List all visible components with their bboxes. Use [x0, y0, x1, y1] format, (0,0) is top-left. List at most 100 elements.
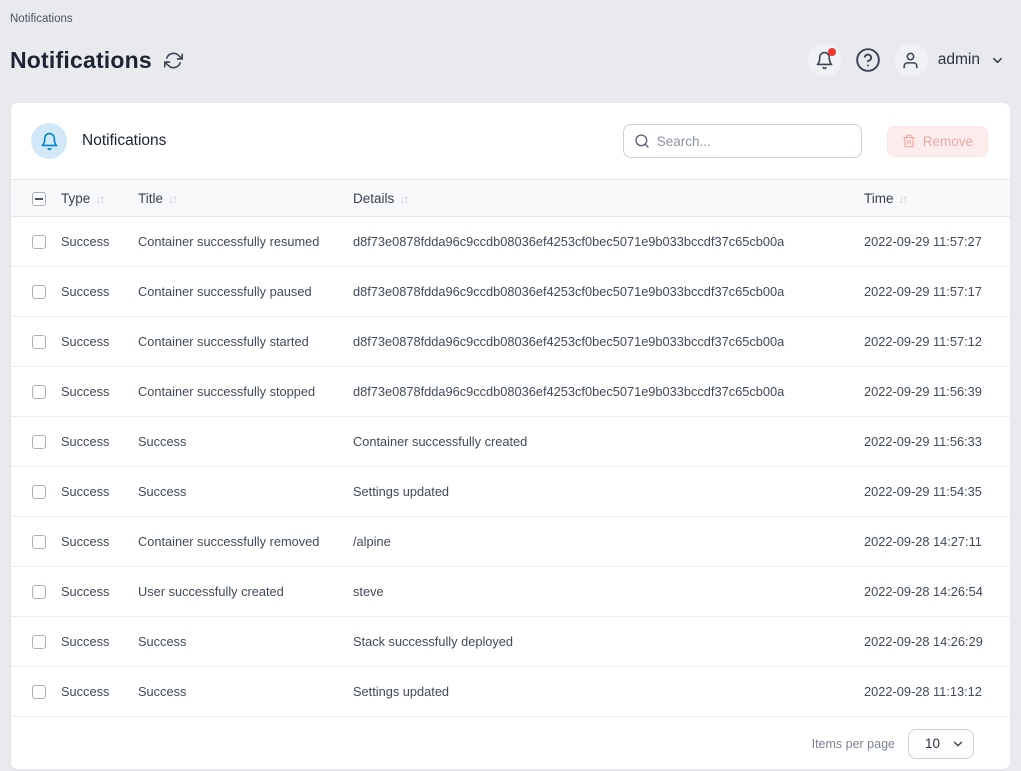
- cell-details: steve: [353, 584, 384, 599]
- cell-type: Success: [61, 634, 109, 649]
- breadcrumb[interactable]: Notifications: [10, 13, 73, 25]
- cell-time: 2022-09-28 14:27:11: [864, 534, 982, 549]
- trash-icon: [902, 134, 916, 148]
- page: Notifications Notifications: [0, 0, 1021, 770]
- cell-details: /alpine: [353, 534, 391, 549]
- unread-notification-dot: [828, 48, 836, 56]
- card-bell-icon: [31, 123, 67, 159]
- search-box: [623, 124, 862, 158]
- table-body: Success Container successfully resumed d…: [11, 217, 1010, 717]
- table-row: Success Container successfully started d…: [11, 317, 1010, 367]
- card-header: Notifications Remove: [11, 103, 1010, 179]
- row-checkbox[interactable]: [32, 435, 46, 449]
- cell-details: Settings updated: [353, 484, 449, 499]
- table-row: Success Success Container successfully c…: [11, 417, 1010, 467]
- remove-button-label: Remove: [923, 134, 973, 149]
- sort-icon: ↓↑: [899, 192, 907, 206]
- column-header-details[interactable]: Details↓↑: [353, 180, 864, 217]
- title-row: Notifications: [0, 40, 1021, 80]
- user-menu[interactable]: admin: [894, 43, 1005, 77]
- column-header-title[interactable]: Title↓↑: [138, 180, 353, 217]
- sort-icon: ↓↑: [168, 192, 176, 206]
- cell-time: 2022-09-29 11:57:27: [864, 234, 982, 249]
- refresh-button[interactable]: [164, 51, 183, 70]
- remove-button[interactable]: Remove: [887, 126, 988, 157]
- table-row: Success Container successfully stopped d…: [11, 367, 1010, 417]
- card-title: Notifications: [82, 132, 166, 150]
- table-header-row: Type↓↑ Title↓↑ Details↓↑ Time↓↑: [11, 180, 1010, 217]
- cell-details: d8f73e0878fdda96c9ccdb08036ef4253cf0bec5…: [353, 234, 784, 249]
- chevron-down-icon: [990, 53, 1005, 68]
- cell-type: Success: [61, 434, 109, 449]
- items-per-page-select-wrap: 10: [908, 729, 974, 759]
- cell-title: Container successfully stopped: [138, 384, 315, 399]
- page-title: Notifications: [10, 47, 152, 74]
- column-header-time[interactable]: Time↓↑: [864, 180, 1010, 217]
- cell-type: Success: [61, 284, 109, 299]
- notifications-card: Notifications Remove: [10, 102, 1011, 770]
- row-checkbox[interactable]: [32, 635, 46, 649]
- notifications-bell-button[interactable]: [808, 43, 842, 77]
- row-checkbox[interactable]: [32, 685, 46, 699]
- row-checkbox[interactable]: [32, 485, 46, 499]
- cell-type: Success: [61, 334, 109, 349]
- refresh-icon: [164, 51, 183, 70]
- cell-details: Settings updated: [353, 684, 449, 699]
- cell-title: Success: [138, 484, 186, 499]
- cell-title: Success: [138, 684, 186, 699]
- table-row: Success Container successfully removed /…: [11, 517, 1010, 567]
- items-per-page-label: Items per page: [812, 737, 895, 751]
- cell-details: d8f73e0878fdda96c9ccdb08036ef4253cf0bec5…: [353, 384, 784, 399]
- column-header-type[interactable]: Type↓↑: [61, 180, 138, 217]
- table-row: Success Container successfully paused d8…: [11, 267, 1010, 317]
- cell-details: Container successfully created: [353, 434, 527, 449]
- cell-title: Container successfully removed: [138, 534, 319, 549]
- cell-type: Success: [61, 384, 109, 399]
- cell-details: Stack successfully deployed: [353, 634, 513, 649]
- cell-time: 2022-09-29 11:57:12: [864, 334, 982, 349]
- cell-type: Success: [61, 484, 109, 499]
- cell-time: 2022-09-28 11:13:12: [864, 684, 982, 699]
- cell-time: 2022-09-28 14:26:54: [864, 584, 983, 599]
- cell-time: 2022-09-29 11:54:35: [864, 484, 982, 499]
- table-row: Success Container successfully resumed d…: [11, 217, 1010, 267]
- cell-details: d8f73e0878fdda96c9ccdb08036ef4253cf0bec5…: [353, 334, 784, 349]
- row-checkbox[interactable]: [32, 335, 46, 349]
- cell-time: 2022-09-29 11:56:33: [864, 434, 982, 449]
- help-button[interactable]: [855, 47, 881, 73]
- row-checkbox[interactable]: [32, 585, 46, 599]
- card-footer: Items per page 10: [11, 717, 1010, 770]
- row-checkbox[interactable]: [32, 385, 46, 399]
- sort-icon: ↓↑: [399, 192, 407, 206]
- cell-title: Container successfully resumed: [138, 234, 319, 249]
- cell-details: d8f73e0878fdda96c9ccdb08036ef4253cf0bec5…: [353, 284, 784, 299]
- row-checkbox[interactable]: [32, 285, 46, 299]
- cell-title: Success: [138, 634, 186, 649]
- cell-title: User successfully created: [138, 584, 284, 599]
- cell-title: Container successfully started: [138, 334, 309, 349]
- select-all-checkbox[interactable]: [32, 192, 46, 206]
- row-checkbox[interactable]: [32, 235, 46, 249]
- cell-type: Success: [61, 234, 109, 249]
- cell-type: Success: [61, 534, 109, 549]
- cell-time: 2022-09-28 14:26:29: [864, 634, 983, 649]
- breadcrumb-bar: Notifications: [0, 0, 1021, 27]
- help-circle-icon: [855, 47, 881, 73]
- cell-time: 2022-09-29 11:57:17: [864, 284, 982, 299]
- search-input[interactable]: [623, 124, 862, 158]
- table-row: Success Success Settings updated 2022-09…: [11, 667, 1010, 717]
- user-avatar: [894, 43, 928, 77]
- username: admin: [938, 51, 980, 69]
- row-checkbox[interactable]: [32, 535, 46, 549]
- cell-type: Success: [61, 684, 109, 699]
- cell-title: Success: [138, 434, 186, 449]
- topbar-right: admin: [808, 43, 1005, 77]
- table-row: Success Success Settings updated 2022-09…: [11, 467, 1010, 517]
- cell-time: 2022-09-29 11:56:39: [864, 384, 982, 399]
- table-row: Success Success Stack successfully deplo…: [11, 617, 1010, 667]
- notifications-table: Type↓↑ Title↓↑ Details↓↑ Time↓↑ Success: [11, 179, 1010, 717]
- items-per-page-select[interactable]: 10: [908, 729, 974, 759]
- user-icon: [901, 51, 920, 70]
- cell-title: Container successfully paused: [138, 284, 312, 299]
- cell-type: Success: [61, 584, 109, 599]
